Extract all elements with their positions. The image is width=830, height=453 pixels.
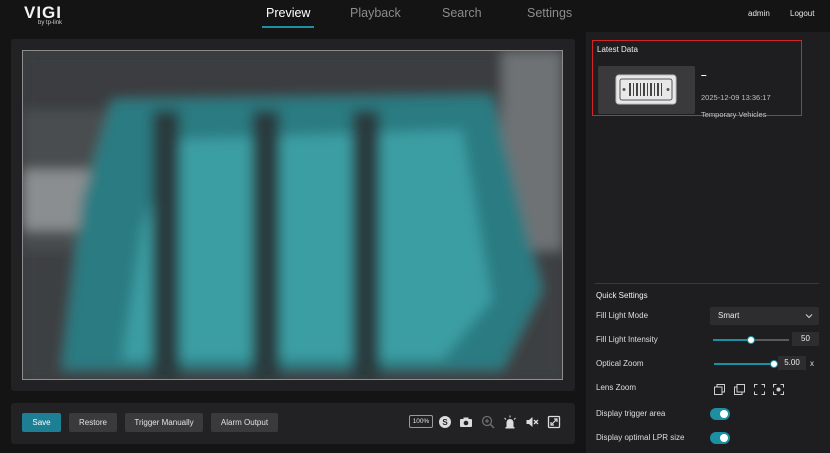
latest-data-title: Latest Data — [597, 45, 638, 54]
toggle-knob — [720, 410, 728, 418]
optical-zoom-slider[interactable] — [714, 360, 778, 368]
latest-data-card[interactable]: Latest Data – 2025-12-09 13:36:17 Tempor… — [592, 40, 802, 119]
fullscreen-icon[interactable] — [547, 415, 561, 429]
expand-corners-icon[interactable] — [754, 384, 765, 395]
fill-light-mode-label: Fill Light Mode — [596, 311, 649, 320]
focus-target-icon[interactable] — [773, 384, 784, 395]
plate-thumbnail[interactable] — [598, 66, 695, 114]
slider-fill — [714, 363, 774, 365]
top-bar: VIGI by tp-link Preview Playback Search … — [0, 0, 830, 32]
tab-playback[interactable]: Playback — [350, 6, 401, 28]
display-trigger-area-toggle[interactable] — [710, 408, 730, 420]
video-panel — [11, 39, 575, 391]
control-bar: Save Restore Trigger Manually Alarm Outp… — [11, 403, 575, 444]
zoom-in-icon[interactable] — [481, 415, 495, 429]
display-optimal-lpr-toggle[interactable] — [710, 432, 730, 444]
trigger-manually-button[interactable]: Trigger Manually — [125, 413, 203, 432]
tab-preview[interactable]: Preview — [261, 6, 315, 28]
display-trigger-area-label: Display trigger area — [596, 409, 666, 418]
latest-timestamp: 2025-12-09 13:36:17 — [701, 93, 771, 102]
optical-zoom-unit: x — [810, 359, 814, 368]
slider-fill — [713, 339, 751, 341]
fill-light-intensity-value[interactable]: 50 — [792, 332, 819, 346]
barcode-plate-icon — [615, 74, 677, 105]
toggle-knob — [720, 434, 728, 442]
save-button[interactable]: Save — [22, 413, 61, 432]
zoom-out-window-icon[interactable] — [714, 384, 725, 395]
fill-light-intensity-slider[interactable] — [713, 336, 789, 344]
fill-light-intensity-label: Fill Light Intensity — [596, 335, 658, 344]
optical-zoom-value[interactable]: 5.00 — [778, 356, 806, 370]
optical-zoom-label: Optical Zoom — [596, 359, 644, 368]
user-name[interactable]: admin — [748, 9, 770, 18]
logo-sub: by tp-link — [38, 20, 63, 26]
logout-link[interactable]: Logout — [790, 9, 814, 18]
latest-vehicle-type: Temporary Vehicles — [701, 110, 767, 119]
lens-zoom-label: Lens Zoom — [596, 383, 637, 392]
display-optimal-lpr-label: Display optimal LPR size — [596, 433, 685, 442]
video-frame — [22, 50, 563, 380]
alarm-light-icon[interactable] — [503, 415, 517, 429]
divider — [595, 283, 819, 284]
alarm-output-button[interactable]: Alarm Output — [211, 413, 278, 432]
chevron-down-icon — [805, 314, 813, 319]
side-panel: Latest Data – 2025-12-09 13:36:17 Tempor… — [586, 32, 830, 453]
snapshot-s-icon[interactable]: S — [438, 415, 452, 429]
quick-settings-title: Quick Settings — [596, 291, 648, 300]
mute-icon[interactable] — [525, 415, 539, 429]
latest-plate-number: – — [701, 70, 707, 81]
vigi-logo: VIGI by tp-link — [24, 3, 84, 29]
zoom-level-badge[interactable]: 100% — [409, 415, 433, 428]
zoom-in-window-icon[interactable] — [734, 384, 745, 395]
slider-knob[interactable] — [770, 360, 778, 368]
restore-button[interactable]: Restore — [69, 413, 117, 432]
fill-light-mode-select[interactable]: Smart — [710, 307, 819, 325]
svg-text:S: S — [442, 418, 448, 427]
fill-light-mode-value: Smart — [718, 311, 740, 320]
tab-search[interactable]: Search — [442, 6, 482, 28]
slider-knob[interactable] — [747, 336, 755, 344]
live-video[interactable] — [22, 50, 563, 380]
tab-settings[interactable]: Settings — [527, 6, 572, 28]
camera-icon[interactable] — [459, 415, 473, 429]
